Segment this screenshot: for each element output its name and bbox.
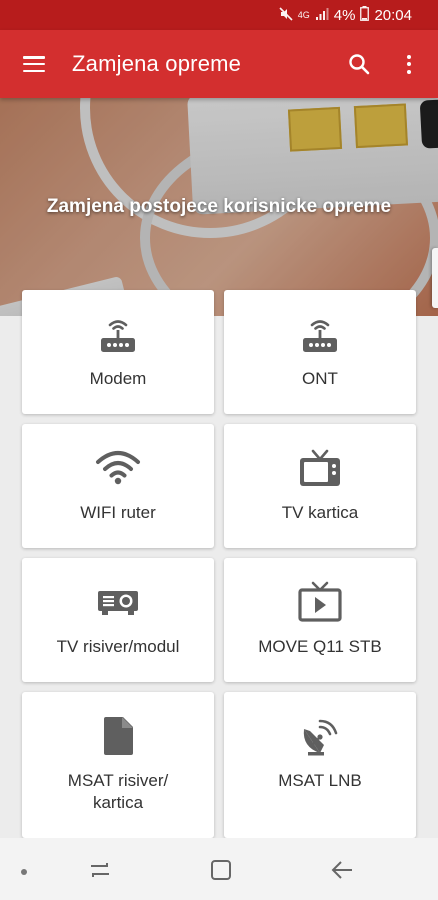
- back-button[interactable]: [328, 856, 356, 884]
- app-bar: Zamjena opreme: [0, 30, 438, 98]
- card-msat-risiver-kartica[interactable]: MSAT risiver/ kartica: [22, 692, 214, 838]
- mute-icon: [279, 6, 293, 24]
- card-move-q11-stb[interactable]: MOVE Q11 STB: [224, 558, 416, 682]
- menu-icon: [23, 56, 45, 72]
- page-title: Zamjena opreme: [72, 51, 242, 76]
- recents-button[interactable]: [86, 856, 114, 884]
- equipment-grid: Modem ONT WIFI ruter TV kartica TV risiv…: [22, 290, 416, 838]
- recents-icon: [91, 863, 109, 877]
- tv-icon: [298, 448, 342, 488]
- home-icon: [211, 860, 231, 880]
- card-label: TV kartica: [281, 503, 359, 522]
- projector-icon: [96, 582, 140, 622]
- hero-caption: Zamjena postojece korisnicke opreme: [46, 196, 392, 217]
- back-icon: [331, 861, 352, 879]
- hero-banner: Zamjena postojece korisnicke opreme: [0, 98, 438, 316]
- router-icon: [300, 314, 340, 354]
- card-label: MOVE Q11 STB: [258, 637, 382, 656]
- wifi-icon: [95, 448, 141, 488]
- nav-indicator-dot: [21, 869, 27, 875]
- card-msat-lnb[interactable]: MSAT LNB: [224, 692, 416, 838]
- card-label: ONT: [302, 369, 338, 388]
- card-label: Modem: [89, 369, 147, 388]
- search-icon: [349, 54, 370, 75]
- more-vert-icon: [407, 54, 411, 74]
- card-label: MSAT LNB: [278, 771, 362, 790]
- signal-icon: [315, 7, 329, 24]
- status-bar: 4G 4% 20:04: [0, 0, 438, 30]
- menu-button[interactable]: [0, 30, 68, 98]
- card-label: WIFI ruter: [80, 503, 156, 522]
- home-button[interactable]: [207, 856, 235, 884]
- card-tv-risiver-modul[interactable]: TV risiver/modul: [22, 558, 214, 682]
- card-ont[interactable]: ONT: [224, 290, 416, 414]
- card-label: MSAT risiver/ kartica: [67, 771, 169, 812]
- battery-icon: [360, 6, 370, 24]
- card-wifi-ruter[interactable]: WIFI ruter: [22, 424, 214, 548]
- system-nav-bar: [0, 838, 438, 900]
- card-modem[interactable]: Modem: [22, 290, 214, 414]
- router-icon: [98, 314, 138, 354]
- live-tv-icon: [297, 581, 343, 622]
- edge-panel-handle[interactable]: [432, 248, 438, 308]
- clock: 20:04: [374, 6, 412, 24]
- search-button[interactable]: [334, 30, 384, 98]
- network-type: 4G: [297, 10, 310, 20]
- more-options-button[interactable]: [384, 30, 434, 98]
- satellite-dish-icon: [298, 716, 342, 756]
- file-icon: [101, 716, 135, 756]
- card-tv-kartica[interactable]: TV kartica: [224, 424, 416, 548]
- battery-percent: 4%: [333, 6, 356, 24]
- card-label: TV risiver/modul: [56, 637, 180, 656]
